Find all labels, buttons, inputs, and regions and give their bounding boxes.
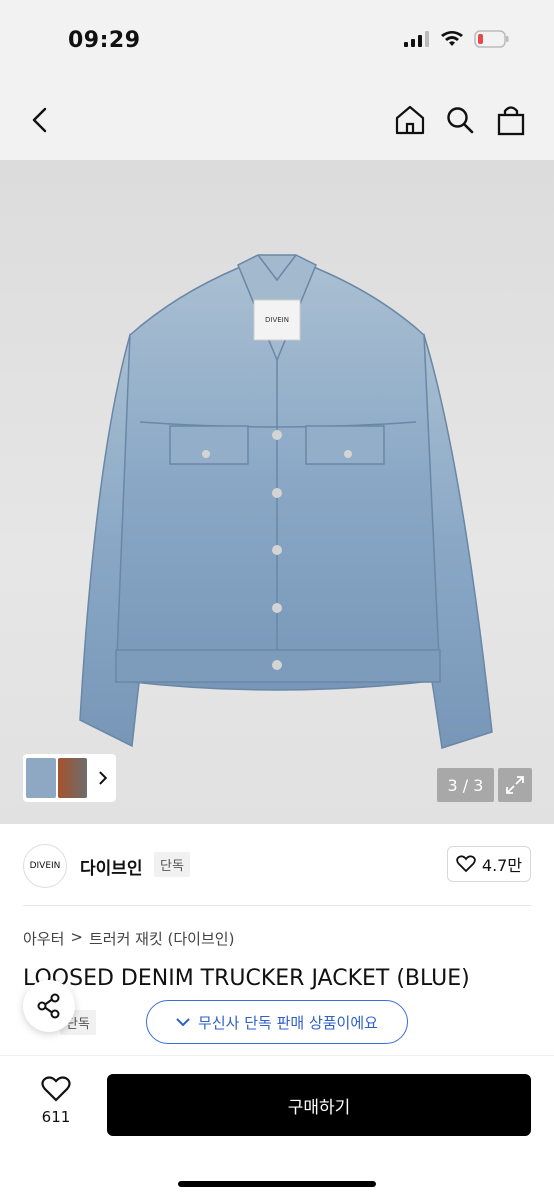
wishlist-count: 611	[41, 1108, 71, 1126]
brand-logo[interactable]: DIVEIN	[23, 844, 67, 888]
home-indicator	[178, 1181, 376, 1187]
share-button[interactable]	[23, 980, 75, 1032]
brand-row: DIVEIN 다이브인 단독 4.7만	[0, 824, 554, 906]
brand-like-button[interactable]: 4.7만	[447, 846, 531, 882]
chevron-right-icon	[99, 771, 108, 785]
top-nav	[0, 82, 554, 160]
chevron-down-icon	[176, 1018, 190, 1027]
cellular-signal-icon	[404, 31, 429, 47]
brand-like-count: 4.7만	[481, 856, 523, 875]
bag-icon	[497, 106, 525, 136]
buy-button[interactable]: 구매하기	[107, 1074, 531, 1136]
heart-icon	[456, 855, 476, 873]
image-counter: 3 / 3	[437, 768, 494, 802]
bottom-bar: 611 구매하기	[0, 1055, 554, 1200]
exclusive-badge: 단독	[154, 852, 190, 877]
status-bar: 09:29	[0, 0, 554, 82]
home-button[interactable]	[392, 102, 428, 138]
thumbnail-strip[interactable]	[23, 754, 116, 802]
breadcrumb-item[interactable]: 아우터	[23, 928, 64, 949]
chevron-left-icon	[32, 107, 47, 133]
status-time: 09:29	[68, 28, 141, 53]
status-icons	[404, 30, 510, 48]
battery-icon	[474, 30, 509, 48]
brand-label: DIVEIN	[265, 316, 289, 324]
cart-button[interactable]	[493, 102, 529, 138]
breadcrumb: 아우터 > 트러커 재킷 (다이브인)	[23, 928, 234, 949]
thumbnail-models[interactable]	[57, 758, 88, 798]
breadcrumb-separator: >	[70, 928, 83, 946]
denim-jacket-image	[79, 254, 493, 749]
search-button[interactable]	[442, 102, 478, 138]
search-icon	[447, 107, 474, 134]
thumbnail-front[interactable]	[26, 758, 56, 798]
product-image-gallery[interactable]: DIVEIN 3 / 3	[0, 160, 554, 824]
home-icon	[395, 105, 425, 135]
share-icon	[37, 993, 60, 1019]
wishlist-button[interactable]: 611	[30, 1076, 82, 1126]
brand-name[interactable]: 다이브인	[80, 854, 143, 879]
product-title: LOOSED DENIM TRUCKER JACKET (BLUE)	[23, 966, 470, 991]
back-button[interactable]	[22, 102, 58, 138]
expand-icon	[506, 776, 524, 794]
exclusive-notice-text: 무신사 단독 판매 상품이에요	[198, 1013, 378, 1032]
breadcrumb-item[interactable]: 트러커 재킷 (다이브인)	[89, 928, 234, 949]
expand-button[interactable]	[498, 768, 532, 802]
heart-icon	[41, 1076, 71, 1102]
divider	[23, 905, 531, 906]
exclusive-notice[interactable]: 무신사 단독 판매 상품이에요	[146, 1000, 408, 1044]
wifi-icon	[441, 31, 463, 46]
